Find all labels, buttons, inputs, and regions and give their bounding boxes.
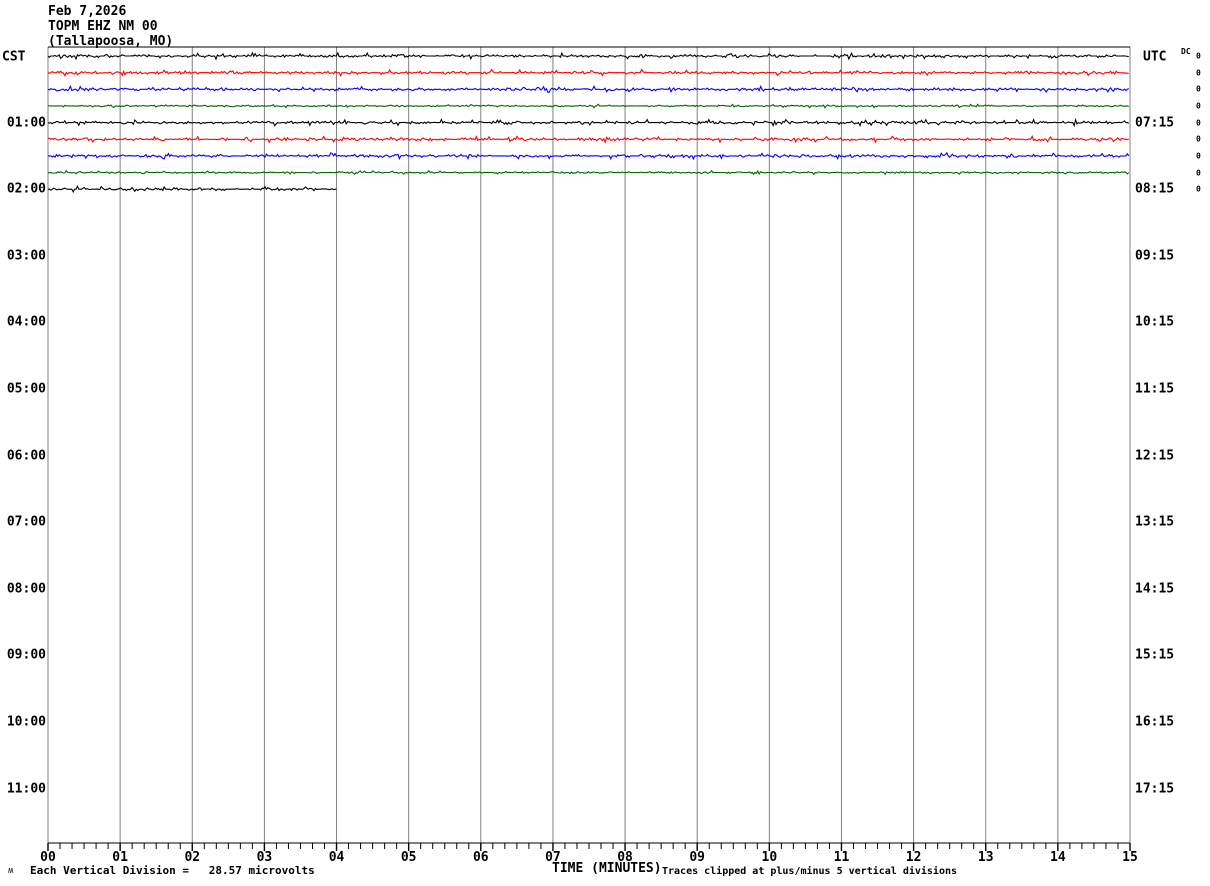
minute-label: 10 (761, 850, 778, 865)
seismogram-trace (47, 68, 1129, 78)
seismogram-trace (47, 134, 1129, 144)
minute-label: 01 (112, 850, 128, 865)
minute-label: 15 (1122, 850, 1138, 865)
minute-label: 13 (977, 850, 994, 865)
minute-label: 09 (689, 850, 706, 865)
minute-label: 14 (1050, 850, 1066, 865)
minute-label: 03 (256, 850, 273, 865)
helicorder-page: Feb 7,2026 TOPM EHZ NM 00 (Tallapoosa, M… (0, 0, 1210, 886)
seismogram-trace (47, 103, 1130, 109)
minute-label: 00 (40, 850, 56, 865)
minute-label: 04 (328, 850, 345, 865)
seismogram-trace (47, 169, 1130, 176)
scale-note: Each Vertical Division = 28.57 microvolt… (30, 864, 315, 877)
seismogram-trace (48, 151, 1130, 161)
minute-label: 11 (833, 850, 850, 865)
seismogram-trace (47, 51, 1129, 61)
logo-mark-icon: ʍ (8, 866, 14, 876)
clip-note: Traces clipped at plus/minus 5 vertical … (662, 866, 958, 877)
minute-label: 02 (184, 850, 201, 865)
minute-label: 06 (472, 850, 489, 865)
x-axis-title: TIME (MINUTES) (552, 861, 662, 876)
minute-label: 12 (905, 850, 922, 865)
seismogram-trace (47, 84, 1129, 93)
seismogram-trace (47, 117, 1130, 128)
seismogram-plot (47, 46, 1131, 851)
minute-label: 05 (400, 850, 417, 865)
